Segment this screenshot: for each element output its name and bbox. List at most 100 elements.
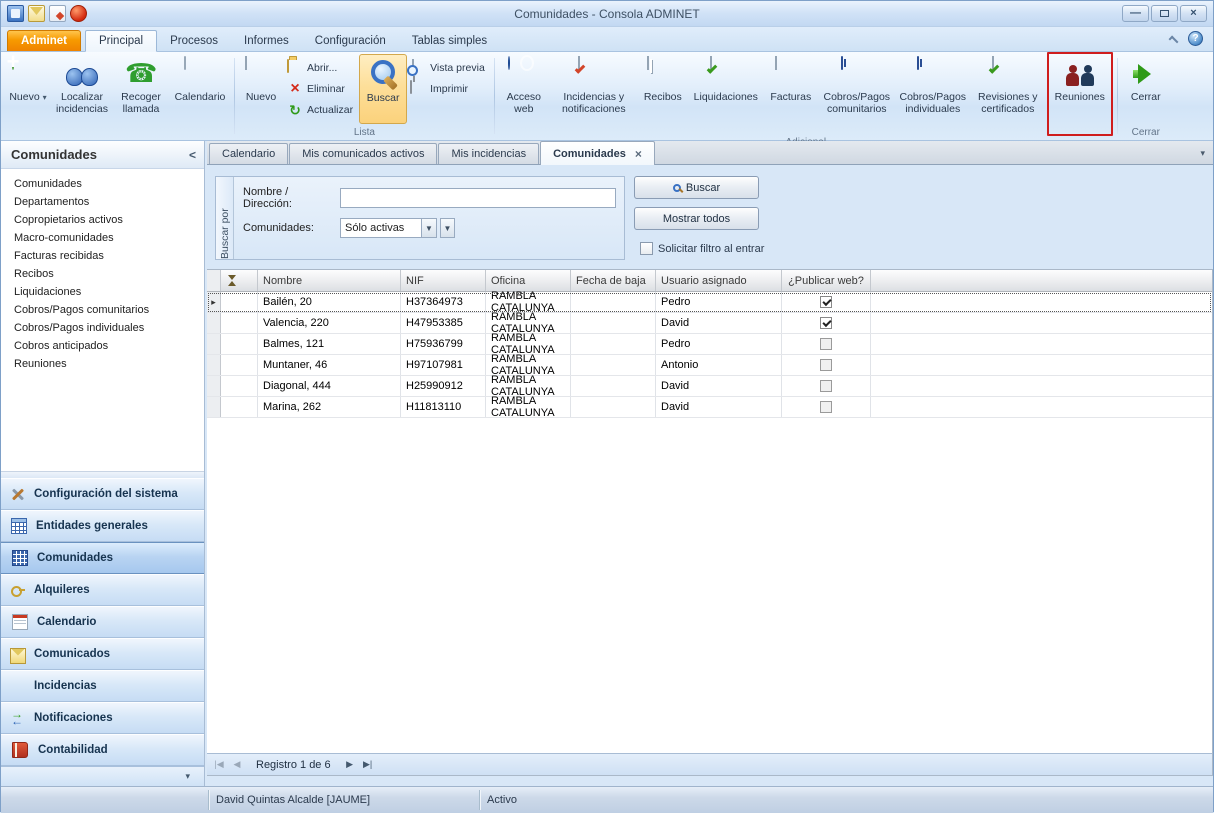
table-row[interactable]: Balmes, 121 H75936799 RAMBLA CATALUNYA P… [207, 334, 1212, 355]
tab-list-dropdown-icon[interactable]: ▾ [1200, 148, 1205, 159]
last-record-button[interactable]: ▶| [361, 759, 375, 770]
sidebar-nav-arrows[interactable]: Notificaciones [1, 702, 204, 734]
first-record-button[interactable]: |◀ [212, 759, 226, 770]
close-tab-icon[interactable]: × [635, 148, 642, 160]
comunidades-select[interactable]: Sólo activas ▼ [340, 218, 437, 238]
sidebar-nav-tools[interactable]: Configuración del sistema [1, 478, 204, 510]
facturas-button[interactable]: Facturas [764, 54, 818, 124]
chevron-down-icon[interactable]: ▾ [185, 771, 190, 782]
sidebar-list-item[interactable]: Cobros/Pagos individuales [1, 319, 204, 337]
publicar-web-checkbox[interactable] [820, 401, 832, 413]
actualizar-button[interactable]: Actualizar [284, 101, 359, 118]
calendario-button[interactable]: Calendario [169, 54, 231, 124]
tab-adminet[interactable]: Adminet [7, 30, 81, 51]
sidebar-list-item[interactable]: Comunidades [1, 175, 204, 193]
sidebar-nav-warning[interactable]: Incidencias [1, 670, 204, 702]
cerrar-button[interactable]: Cerrar [1121, 54, 1171, 124]
imprimir-button[interactable]: Imprimir [407, 80, 491, 97]
combo-extra-dropdown-icon[interactable]: ▼ [440, 218, 455, 238]
column-header-usuario-asignado[interactable]: Usuario asignado [656, 270, 782, 291]
mail-icon[interactable] [28, 5, 45, 22]
sidebar-nav-key[interactable]: Alquileres [1, 574, 204, 606]
mostrar-todos-button[interactable]: Mostrar todos [634, 207, 759, 230]
previous-record-button[interactable]: ◀ [230, 759, 244, 770]
buscar-button[interactable]: Buscar [359, 54, 407, 124]
sidebar-list-item[interactable]: Liquidaciones [1, 283, 204, 301]
incidencias-notificaciones-button[interactable]: Incidencias y notificaciones [550, 54, 638, 124]
combo-dropdown-icon[interactable]: ▼ [421, 219, 436, 237]
revisiones-certificados-button[interactable]: Revisiones y certificados [970, 54, 1046, 124]
recoger-llamada-button[interactable]: Recoger llamada [113, 54, 169, 124]
column-header-indicator[interactable] [221, 270, 258, 291]
sidebar-list-item[interactable]: Recibos [1, 265, 204, 283]
tab-informes[interactable]: Informes [231, 31, 302, 51]
document-tab-row: Calendario Mis comunicados activos Mis i… [207, 141, 1213, 165]
call-record-icon[interactable] [70, 5, 87, 22]
publicar-web-checkbox[interactable] [820, 359, 832, 371]
tab-principal[interactable]: Principal [85, 30, 157, 52]
sidebar-list-item[interactable]: Departamentos [1, 193, 204, 211]
nav-item-icon [10, 486, 26, 502]
next-record-button[interactable]: ▶ [343, 759, 357, 770]
sidebar-nav-calendar[interactable]: Calendario [1, 606, 204, 638]
ribbon-separator [1117, 58, 1118, 134]
recibos-button[interactable]: Recibos [638, 54, 688, 124]
collapse-sidebar-icon[interactable]: < [189, 148, 196, 162]
sidebar-list-item[interactable]: Cobros/Pagos comunitarios [1, 301, 204, 319]
sidebar-list-item[interactable]: Facturas recibidas [1, 247, 204, 265]
tab-tablas-simples[interactable]: Tablas simples [399, 31, 500, 51]
collapse-ribbon-icon[interactable] [1169, 35, 1179, 45]
eliminar-button[interactable]: Eliminar [284, 80, 359, 97]
app-icon[interactable] [7, 5, 24, 22]
cobros-pagos-individuales-button[interactable]: Cobros/Pagos individuales [896, 54, 970, 124]
tab-calendario[interactable]: Calendario [209, 143, 288, 164]
buscar-filter-button[interactable]: Buscar [634, 176, 759, 199]
sidebar-list-item[interactable]: Cobros anticipados [1, 337, 204, 355]
sidebar-list-item[interactable]: Macro-comunidades [1, 229, 204, 247]
sidebar-nav-table[interactable]: Entidades generales [1, 510, 204, 542]
publicar-web-checkbox[interactable] [820, 317, 832, 329]
sidebar-list-item[interactable]: Reuniones [1, 355, 204, 373]
vista-previa-button[interactable]: Vista previa [407, 59, 491, 76]
reuniones-button[interactable]: Reuniones [1049, 54, 1111, 124]
table-row[interactable]: Marina, 262 H11813110 RAMBLA CATALUNYA D… [207, 397, 1212, 418]
sidebar-nav-building[interactable]: Comunidades [1, 542, 204, 574]
sidebar-nav-book[interactable]: Contabilidad [1, 734, 204, 766]
nombre-direccion-input[interactable] [340, 188, 616, 208]
liquidaciones-button[interactable]: Liquidaciones [688, 54, 764, 124]
cobros-pagos-comunitarios-button[interactable]: Cobros/Pagos comunitarios [818, 54, 896, 124]
sidebar-nav-mail[interactable]: Comunicados [1, 638, 204, 670]
nuevo-button[interactable]: Nuevo [238, 54, 284, 124]
publicar-web-checkbox[interactable] [820, 296, 832, 308]
column-header-oficina[interactable]: Oficina [486, 270, 571, 291]
column-header-publicar-web[interactable]: ¿Publicar web? [782, 270, 871, 291]
table-row[interactable]: Diagonal, 444 H25990912 RAMBLA CATALUNYA… [207, 376, 1212, 397]
restore-button[interactable] [1151, 5, 1178, 22]
localizar-incidencias-button[interactable]: Localizar incidencias [51, 54, 113, 124]
column-header-nombre[interactable]: Nombre [258, 270, 401, 291]
publicar-web-checkbox[interactable] [820, 338, 832, 350]
filter-area: Buscar por Nombre / Dirección: Comunidad… [207, 165, 1213, 269]
abrir-button[interactable]: Abrir... [284, 59, 359, 76]
grid-body: ▸ Bailén, 20 H37364973 RAMBLA CATALUNYA … [207, 292, 1212, 418]
sidebar-list-item[interactable]: Copropietarios activos [1, 211, 204, 229]
nuevo-menu-button[interactable]: Nuevo ▾ [5, 54, 51, 124]
tab-procesos[interactable]: Procesos [157, 31, 231, 51]
tab-comunidades[interactable]: Comunidades × [540, 141, 655, 165]
acceso-web-button[interactable]: Acceso web [498, 54, 550, 124]
table-row[interactable]: ▸ Bailén, 20 H37364973 RAMBLA CATALUNYA … [207, 292, 1212, 313]
table-row[interactable]: Valencia, 220 H47953385 RAMBLA CATALUNYA… [207, 313, 1212, 334]
close-button[interactable]: × [1180, 5, 1207, 22]
column-header-fecha-de-baja[interactable]: Fecha de baja [571, 270, 656, 291]
publicar-web-checkbox[interactable] [820, 380, 832, 392]
minimize-button[interactable]: — [1122, 5, 1149, 22]
tab-mis-incidencias[interactable]: Mis incidencias [438, 143, 539, 164]
sidebar-splitter[interactable] [1, 471, 204, 478]
column-header-nif[interactable]: NIF [401, 270, 486, 291]
tab-mis-comunicados-activos[interactable]: Mis comunicados activos [289, 143, 437, 164]
compose-mail-icon[interactable] [49, 5, 66, 22]
solicitar-filtro-checkbox[interactable] [640, 242, 653, 255]
table-row[interactable]: Muntaner, 46 H97107981 RAMBLA CATALUNYA … [207, 355, 1212, 376]
help-icon[interactable]: ? [1188, 31, 1203, 46]
tab-configuracion[interactable]: Configuración [302, 31, 399, 51]
